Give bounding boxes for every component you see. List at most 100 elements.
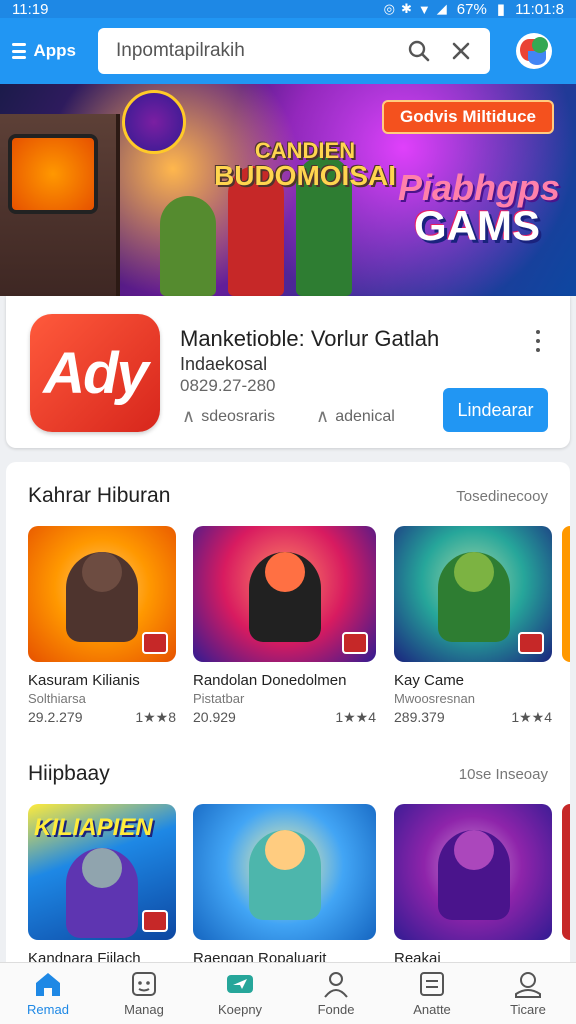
search-bar — [98, 28, 490, 74]
app-thumbnail[interactable] — [394, 526, 552, 662]
nav-item-games[interactable]: Manag — [96, 963, 192, 1024]
character-art — [249, 830, 321, 920]
nav-label: Koepny — [217, 1002, 263, 1017]
featured-app-meta1-text: sdeosraris — [201, 407, 275, 425]
section-entertainment: Kahrar Hiburan Tosedinecooy Kasuram Kili… — [6, 462, 570, 740]
featured-app-title: Manketioble: Vorlur Gatlah — [180, 326, 440, 351]
app-tile-count: 289.379 — [394, 709, 445, 725]
game-icon — [132, 972, 156, 996]
app-tile-sub: Pistatbar — [193, 691, 245, 706]
bluetooth-icon: ✱ — [400, 1, 412, 16]
app-tile[interactable]: Reakai — [394, 804, 552, 967]
menu-button[interactable]: Apps — [12, 31, 76, 71]
featured-app-icon[interactable]: Ady — [30, 314, 160, 432]
app-thumbnail[interactable] — [28, 526, 176, 662]
nav-item-explore[interactable]: Koepny — [192, 963, 288, 1024]
banner-title-line2: BUDOMOISAI — [214, 160, 396, 191]
app-tile-stats: 289.379 1★★4 — [394, 709, 552, 726]
badge-icon — [142, 910, 168, 932]
signal-icon: ◢ — [436, 1, 447, 16]
app-tile-count: 29.2.279 — [28, 709, 83, 725]
nav-item-home[interactable]: Remad — [0, 963, 96, 1024]
app-tile-sub: Solthiarsa — [28, 691, 86, 706]
app-tile-rating: 1★★4 — [335, 709, 376, 725]
status-bar: 11:19 ◎ ✱ ▼ ◢ 67% ▮ 11:01:8 — [0, 0, 576, 18]
banner-word: GAMS — [414, 202, 540, 249]
app-tile[interactable]: Kasuram Kilianis Solthiarsa 29.2.279 1★★… — [28, 526, 176, 726]
alarm-icon: ◎ — [383, 1, 395, 16]
app-bar: Apps — [0, 18, 576, 84]
app-tile-name: Kay Came — [394, 672, 465, 689]
nav-item-people[interactable]: Fonde — [288, 963, 384, 1024]
search-input[interactable] — [116, 40, 392, 62]
more-options-icon[interactable] — [528, 330, 548, 352]
section-see-more[interactable]: Tosedinecooy — [456, 488, 548, 505]
clear-icon[interactable] — [446, 36, 476, 66]
wifi-icon: ▼ — [417, 1, 431, 17]
battery-level: 67% — [456, 0, 487, 18]
app-tile-stats: 20.929 1★★4 — [193, 709, 376, 726]
banner-title-line1: CANDIEN — [254, 138, 356, 163]
character-art — [249, 552, 321, 642]
plane-icon — [227, 975, 253, 993]
featured-app-count: 0829.27-280 — [180, 376, 276, 395]
banner-title: CANDIEN BUDOMOISAI — [214, 140, 396, 190]
section-see-more[interactable]: 10se Inseoay — [459, 766, 548, 783]
app-tile-rating: 1★★4 — [511, 709, 552, 725]
section-header: Kahrar Hiburan Tosedinecooy — [28, 484, 548, 508]
app-tile-name: Randolan Donedolmen — [193, 672, 347, 689]
promo-banner[interactable]: Godvis Miltiduce CANDIEN BUDOMOISAI Piab… — [0, 84, 576, 296]
character-art — [66, 848, 138, 938]
app-tile[interactable]: Randolan Donedolmen Pistatbar 20.929 1★★… — [193, 526, 376, 726]
badge-icon — [142, 632, 168, 654]
app-tile[interactable]: KILIAPIEN Kandnara Fiilach — [28, 804, 176, 967]
banner-subtitle: Piabhgps — [398, 167, 561, 208]
account-icon — [515, 972, 541, 998]
app-thumbnail[interactable] — [193, 804, 376, 940]
search-icon[interactable] — [404, 36, 434, 66]
featured-app-developer: Indaekosal — [180, 354, 268, 374]
battery-icon: ▮ — [496, 1, 506, 18]
arcade-machine-art — [0, 114, 120, 296]
caret-icon: ∧ — [316, 406, 330, 426]
character-art — [66, 552, 138, 642]
home-icon — [36, 973, 60, 996]
featured-app-meta2-text: adenical — [335, 407, 395, 425]
install-button[interactable]: Lindearar — [443, 388, 548, 432]
nav-label: Fonde — [317, 1002, 355, 1017]
nav-label: Manag — [124, 1002, 164, 1017]
app-thumbnail[interactable] — [394, 804, 552, 940]
nav-label: Remad — [27, 1002, 69, 1017]
featured-app-meta2: ∧ adenical — [316, 406, 395, 427]
badge-icon — [518, 632, 544, 654]
nav-item-library[interactable]: Anatte — [384, 963, 480, 1024]
app-abbr-label: Apps — [33, 41, 77, 60]
app-thumbnail[interactable]: KILIAPIEN — [28, 804, 176, 940]
badge-icon — [342, 632, 368, 654]
app-tile-rating: 1★★8 — [135, 709, 176, 725]
app-tile-stats: 29.2.279 1★★8 — [28, 709, 176, 726]
character-art — [160, 196, 216, 296]
status-time: 11:19 — [12, 0, 49, 18]
character-art — [438, 552, 510, 642]
app-tile[interactable]: Raengan Ropaluarit — [193, 804, 376, 967]
section-popular: Hiipbaay 10se Inseoay KILIAPIEN Kandnara… — [6, 740, 570, 967]
app-thumbnail[interactable] — [193, 526, 376, 662]
store-logo-icon[interactable] — [516, 33, 552, 69]
next-tile-peek — [562, 526, 570, 662]
list-icon — [420, 972, 444, 996]
nav-item-account[interactable]: Ticare — [480, 963, 576, 1024]
nav-label: Ticare — [510, 1002, 546, 1017]
app-tile-count: 20.929 — [193, 709, 236, 725]
app-tile-sub: Mwoosresnan — [394, 691, 475, 706]
section-title: Kahrar Hiburan — [28, 484, 171, 507]
thumbnail-title: KILIAPIEN — [34, 814, 153, 841]
app-tile[interactable]: Kay Came Mwoosresnan 289.379 1★★4 — [394, 526, 552, 726]
banner-pill[interactable]: Godvis Miltiduce — [381, 100, 554, 134]
emblem-art — [122, 90, 186, 154]
caret-icon: ∧ — [182, 406, 196, 426]
hamburger-icon — [12, 43, 26, 59]
nav-label: Anatte — [413, 1002, 451, 1017]
featured-app-card[interactable]: Ady Manketioble: Vorlur Gatlah Indaekosa… — [6, 296, 570, 448]
character-art — [438, 830, 510, 920]
